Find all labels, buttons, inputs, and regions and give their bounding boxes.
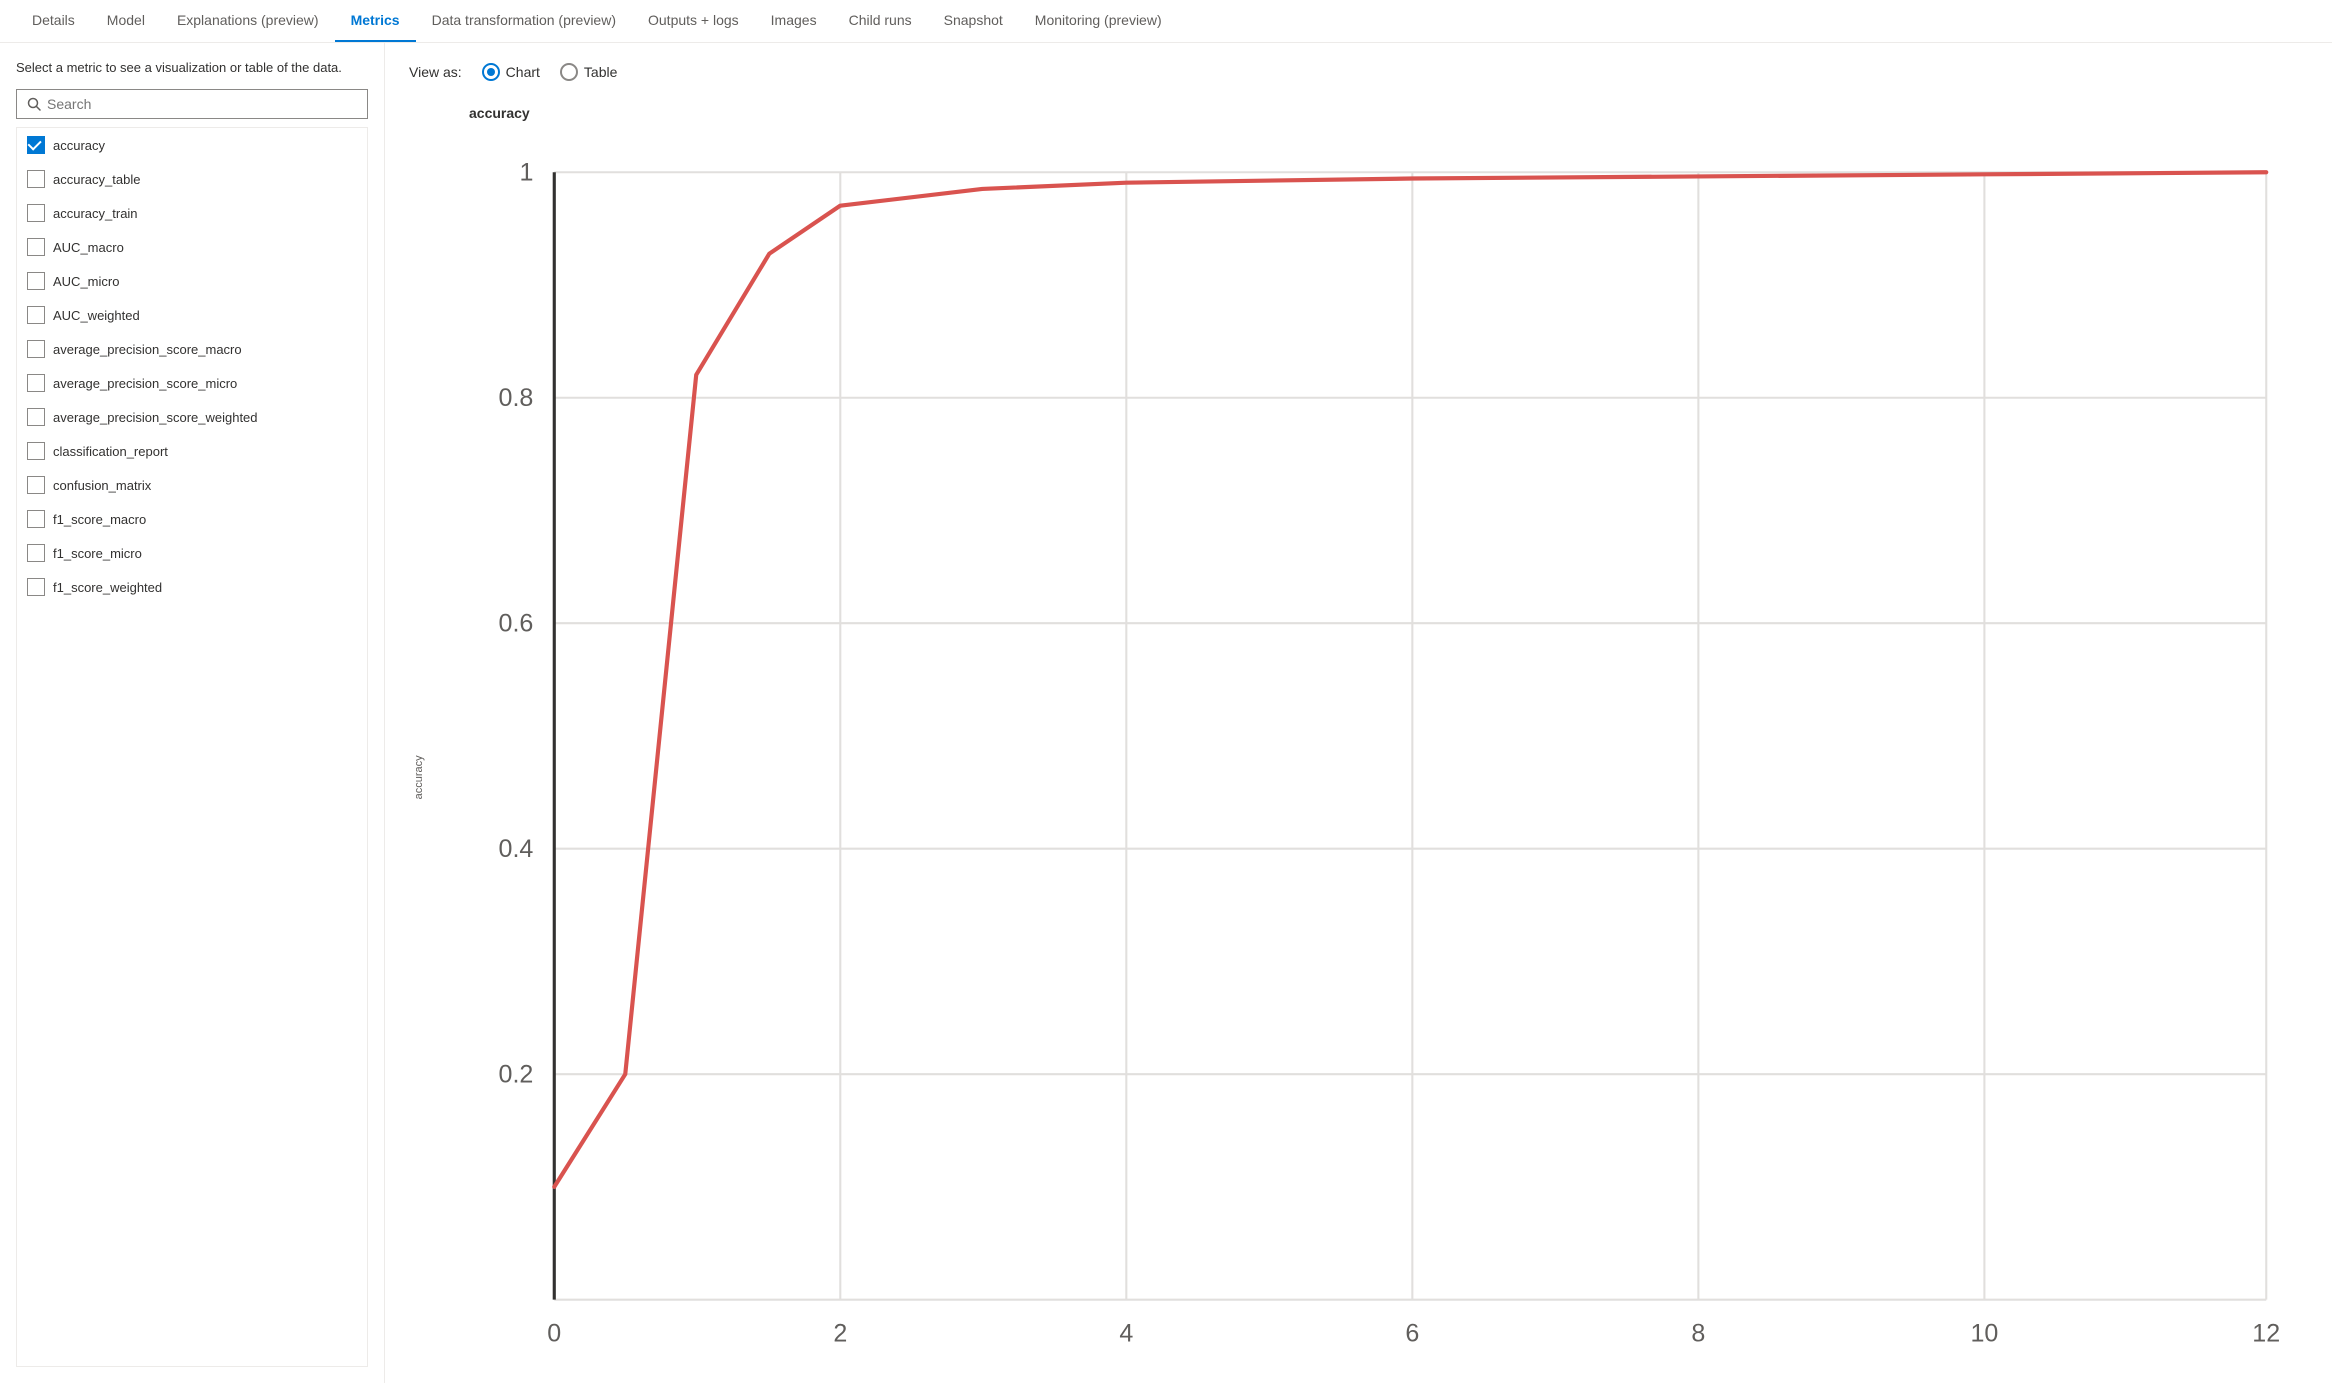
tab-child-runs[interactable]: Child runs bbox=[833, 0, 928, 42]
panel-description: Select a metric to see a visualization o… bbox=[16, 59, 368, 77]
svg-text:12: 12 bbox=[2252, 1319, 2280, 1347]
svg-text:0.4: 0.4 bbox=[499, 835, 534, 863]
metric-label-accuracy_table: accuracy_table bbox=[53, 172, 140, 187]
metric-label-average_precision_score_macro: average_precision_score_macro bbox=[53, 342, 242, 357]
metric-item-confusion_matrix[interactable]: confusion_matrix bbox=[17, 468, 367, 502]
chart-radio-circle bbox=[482, 63, 500, 81]
view-as-label: View as: bbox=[409, 64, 462, 80]
svg-text:0.8: 0.8 bbox=[499, 384, 534, 412]
metric-label-AUC_micro: AUC_micro bbox=[53, 274, 119, 289]
chart-wrapper: accuracy bbox=[409, 129, 2308, 1383]
metric-label-average_precision_score_micro: average_precision_score_micro bbox=[53, 376, 237, 391]
search-input[interactable] bbox=[47, 96, 357, 112]
svg-text:1: 1 bbox=[519, 159, 533, 187]
metric-item-AUC_weighted[interactable]: AUC_weighted bbox=[17, 298, 367, 332]
svg-text:0: 0 bbox=[547, 1319, 561, 1347]
search-box[interactable] bbox=[16, 89, 368, 119]
metric-label-AUC_macro: AUC_macro bbox=[53, 240, 124, 255]
metric-item-accuracy[interactable]: accuracy bbox=[17, 128, 367, 162]
metric-checkbox-f1_score_micro[interactable] bbox=[27, 544, 45, 562]
chart-svg-area: 1 0.8 0.6 0.4 0.2 0 2 4 6 8 10 12 bbox=[429, 129, 2308, 1383]
left-panel: Select a metric to see a visualization o… bbox=[0, 43, 385, 1383]
search-icon bbox=[27, 97, 41, 111]
metric-label-f1_score_weighted: f1_score_weighted bbox=[53, 580, 162, 595]
metric-item-AUC_micro[interactable]: AUC_micro bbox=[17, 264, 367, 298]
svg-text:10: 10 bbox=[1970, 1319, 1998, 1347]
metric-label-average_precision_score_weighted: average_precision_score_weighted bbox=[53, 410, 258, 425]
metric-checkbox-classification_report[interactable] bbox=[27, 442, 45, 460]
metric-checkbox-AUC_macro[interactable] bbox=[27, 238, 45, 256]
tab-details[interactable]: Details bbox=[16, 0, 91, 42]
metric-label-accuracy_train: accuracy_train bbox=[53, 206, 138, 221]
metric-item-average_precision_score_weighted[interactable]: average_precision_score_weighted bbox=[17, 400, 367, 434]
chart-radio-label: Chart bbox=[506, 64, 540, 80]
svg-text:6: 6 bbox=[1405, 1319, 1419, 1347]
tab-metrics[interactable]: Metrics bbox=[335, 0, 416, 42]
metric-checkbox-f1_score_weighted[interactable] bbox=[27, 578, 45, 596]
metric-checkbox-average_precision_score_macro[interactable] bbox=[27, 340, 45, 358]
right-panel: View as: Chart Table accuracy accuracy bbox=[385, 43, 2332, 1383]
metric-item-average_precision_score_macro[interactable]: average_precision_score_macro bbox=[17, 332, 367, 366]
metric-item-f1_score_macro[interactable]: f1_score_macro bbox=[17, 502, 367, 536]
metric-item-classification_report[interactable]: classification_report bbox=[17, 434, 367, 468]
tab-outputs-logs[interactable]: Outputs + logs bbox=[632, 0, 755, 42]
tab-data-transformation[interactable]: Data transformation (preview) bbox=[416, 0, 632, 42]
svg-text:4: 4 bbox=[1119, 1319, 1133, 1347]
tab-monitoring[interactable]: Monitoring (preview) bbox=[1019, 0, 1178, 42]
metric-item-average_precision_score_micro[interactable]: average_precision_score_micro bbox=[17, 366, 367, 400]
chart-title: accuracy bbox=[469, 105, 2308, 121]
metric-checkbox-confusion_matrix[interactable] bbox=[27, 476, 45, 494]
table-radio-circle bbox=[560, 63, 578, 81]
metric-checkbox-f1_score_macro[interactable] bbox=[27, 510, 45, 528]
nav-tabs: DetailsModelExplanations (preview)Metric… bbox=[0, 0, 2332, 43]
metric-label-AUC_weighted: AUC_weighted bbox=[53, 308, 140, 323]
svg-text:2: 2 bbox=[833, 1319, 847, 1347]
metric-checkbox-average_precision_score_weighted[interactable] bbox=[27, 408, 45, 426]
table-radio-label: Table bbox=[584, 64, 617, 80]
metric-item-f1_score_weighted[interactable]: f1_score_weighted bbox=[17, 570, 367, 604]
metric-checkbox-accuracy[interactable] bbox=[27, 136, 45, 154]
tab-images[interactable]: Images bbox=[755, 0, 833, 42]
tab-explanations[interactable]: Explanations (preview) bbox=[161, 0, 335, 42]
metric-checkbox-average_precision_score_micro[interactable] bbox=[27, 374, 45, 392]
tab-model[interactable]: Model bbox=[91, 0, 161, 42]
chart-svg: 1 0.8 0.6 0.4 0.2 0 2 4 6 8 10 12 bbox=[429, 129, 2308, 1383]
metric-item-accuracy_table[interactable]: accuracy_table bbox=[17, 162, 367, 196]
metric-item-AUC_macro[interactable]: AUC_macro bbox=[17, 230, 367, 264]
metric-label-accuracy: accuracy bbox=[53, 138, 105, 153]
metric-checkbox-AUC_weighted[interactable] bbox=[27, 306, 45, 324]
chart-radio-option[interactable]: Chart bbox=[482, 63, 540, 81]
metric-label-f1_score_macro: f1_score_macro bbox=[53, 512, 146, 527]
main-layout: Select a metric to see a visualization o… bbox=[0, 43, 2332, 1383]
metric-item-accuracy_train[interactable]: accuracy_train bbox=[17, 196, 367, 230]
tab-snapshot[interactable]: Snapshot bbox=[928, 0, 1019, 42]
metric-checkbox-accuracy_train[interactable] bbox=[27, 204, 45, 222]
svg-text:0.6: 0.6 bbox=[499, 610, 534, 638]
metric-checkbox-accuracy_table[interactable] bbox=[27, 170, 45, 188]
metric-label-confusion_matrix: confusion_matrix bbox=[53, 478, 151, 493]
table-radio-option[interactable]: Table bbox=[560, 63, 617, 81]
view-as-row: View as: Chart Table bbox=[409, 63, 2308, 81]
svg-text:8: 8 bbox=[1691, 1319, 1705, 1347]
svg-text:0.2: 0.2 bbox=[499, 1061, 534, 1089]
metrics-list: accuracy accuracy_table accuracy_train AUC_… bbox=[16, 127, 368, 1367]
metric-label-classification_report: classification_report bbox=[53, 444, 168, 459]
metric-label-f1_score_micro: f1_score_micro bbox=[53, 546, 142, 561]
metric-checkbox-AUC_micro[interactable] bbox=[27, 272, 45, 290]
y-axis-label: accuracy bbox=[409, 129, 429, 1383]
chart-container: accuracy accuracy bbox=[409, 105, 2308, 1383]
metric-item-f1_score_micro[interactable]: f1_score_micro bbox=[17, 536, 367, 570]
